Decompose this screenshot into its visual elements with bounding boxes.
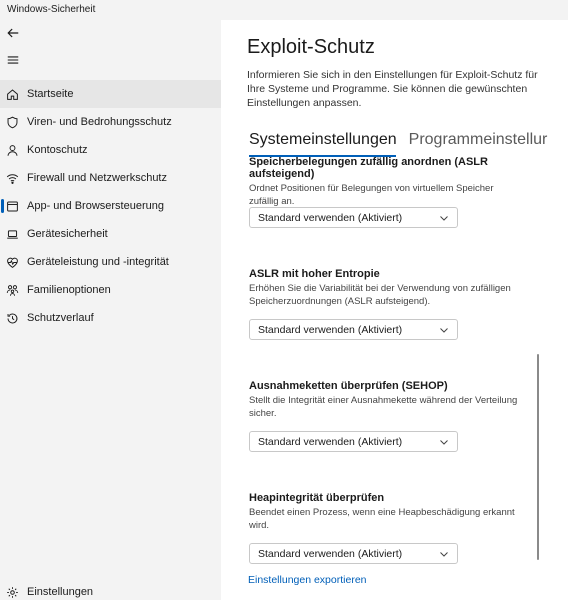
section-title: Ausnahmeketten überprüfen (SEHOP) (249, 380, 448, 392)
aslr-bottom-up-dropdown[interactable]: Standard verwenden (Aktiviert) (249, 207, 458, 228)
sidebar-item-startseite[interactable]: Startseite (0, 80, 221, 108)
sehop-dropdown[interactable]: Standard verwenden (Aktiviert) (249, 431, 458, 452)
section-aslr-high-entropy: ASLR mit hoher Entropie Erhöhen Sie die … (249, 268, 539, 308)
app-window-icon (5, 199, 19, 213)
export-settings-link[interactable]: Einstellungen exportieren (248, 574, 367, 586)
section-description: Erhöhen Sie die Variabilität bei der Ver… (249, 283, 511, 307)
sidebar-item-label: Kontoschutz (27, 144, 88, 156)
sidebar-item-label: Startseite (27, 88, 74, 100)
section-description: Beendet einen Prozess, wenn eine Heapbes… (249, 507, 515, 531)
section-title: Speicherbelegungen zufällig anordnen (AS… (249, 156, 488, 180)
sidebar-item-schutzverlauf[interactable]: Schutzverlauf (0, 304, 221, 332)
dropdown-value: Standard verwenden (Aktiviert) (258, 436, 403, 448)
shield-icon (5, 115, 19, 129)
history-icon (5, 311, 19, 325)
heart-pulse-icon (5, 255, 19, 269)
back-button[interactable] (4, 24, 22, 42)
sidebar-item-label: Firewall und Netzwerkschutz (27, 172, 167, 184)
home-icon (5, 87, 19, 101)
chevron-down-icon (439, 325, 449, 335)
aslr-high-entropy-dropdown[interactable]: Standard verwenden (Aktiviert) (249, 319, 458, 340)
family-icon (5, 283, 19, 297)
chevron-down-icon (439, 213, 449, 223)
sidebar-item-label: Schutzverlauf (27, 312, 94, 324)
laptop-icon (5, 227, 19, 241)
sidebar-item-viren[interactable]: Viren- und Bedrohungsschutz (0, 108, 221, 136)
sidebar-item-geraeteleistung[interactable]: Geräteleistung und -integrität (0, 248, 221, 276)
sidebar-item-familienoptionen[interactable]: Familienoptionen (0, 276, 221, 304)
dropdown-value: Standard verwenden (Aktiviert) (258, 324, 403, 336)
section-sehop: Ausnahmeketten überprüfen (SEHOP) Stellt… (249, 380, 539, 420)
sidebar-item-label: Gerätesicherheit (27, 228, 108, 240)
wifi-icon (5, 171, 19, 185)
sidebar-item-label: App- und Browsersteuerung (27, 200, 164, 212)
main-content: Exploit-Schutz Informieren Sie sich in d… (221, 20, 568, 600)
page-title: Exploit-Schutz (247, 36, 375, 58)
sidebar-item-geraetesicherheit[interactable]: Gerätesicherheit (0, 220, 221, 248)
chevron-down-icon (439, 437, 449, 447)
heap-integrity-dropdown[interactable]: Standard verwenden (Aktiviert) (249, 543, 458, 564)
sidebar-item-label: Viren- und Bedrohungsschutz (27, 116, 172, 128)
section-title: Heapintegrität überprüfen (249, 492, 385, 504)
sidebar-item-label: Familienoptionen (27, 284, 111, 296)
person-icon (5, 143, 19, 157)
dropdown-value: Standard verwenden (Aktiviert) (258, 212, 403, 224)
tab-bar: Systemeinstellungen Programmeinstellur (249, 131, 568, 159)
dropdown-value: Standard verwenden (Aktiviert) (258, 548, 403, 560)
menu-button[interactable] (4, 51, 22, 69)
window-title: Windows-Sicherheit (0, 0, 568, 20)
section-description: Ordnet Positionen für Belegungen von vir… (249, 183, 494, 207)
sidebar-item-settings[interactable]: Einstellungen (0, 578, 221, 600)
section-description: Stellt die Integrität einer Ausnahmekett… (249, 395, 518, 419)
back-arrow-icon (7, 28, 19, 38)
sidebar-item-firewall[interactable]: Firewall und Netzwerkschutz (0, 164, 221, 192)
vertical-scrollbar[interactable] (537, 354, 539, 560)
tab-programmeinstellungen[interactable]: Programmeinstellur (409, 131, 548, 149)
hamburger-icon (7, 56, 19, 64)
gear-icon (5, 585, 19, 599)
section-aslr-bottom-up: Speicherbelegungen zufällig anordnen (AS… (249, 156, 539, 208)
section-heap-integrity: Heapintegrität überprüfen Beendet einen … (249, 492, 539, 532)
sidebar-item-kontoschutz[interactable]: Kontoschutz (0, 136, 221, 164)
page-description: Informieren Sie sich in den Einstellunge… (247, 69, 538, 109)
section-title: ASLR mit hoher Entropie (249, 268, 380, 280)
nav-list: Startseite Viren- und Bedrohungsschutz K… (0, 80, 221, 332)
sidebar-item-app-browser[interactable]: App- und Browsersteuerung (0, 192, 221, 220)
sidebar: Startseite Viren- und Bedrohungsschutz K… (0, 20, 221, 600)
settings-label: Einstellungen (27, 586, 94, 598)
chevron-down-icon (439, 549, 449, 559)
sidebar-item-label: Geräteleistung und -integrität (27, 256, 169, 268)
tab-systemeinstellungen[interactable]: Systemeinstellungen (249, 131, 397, 149)
